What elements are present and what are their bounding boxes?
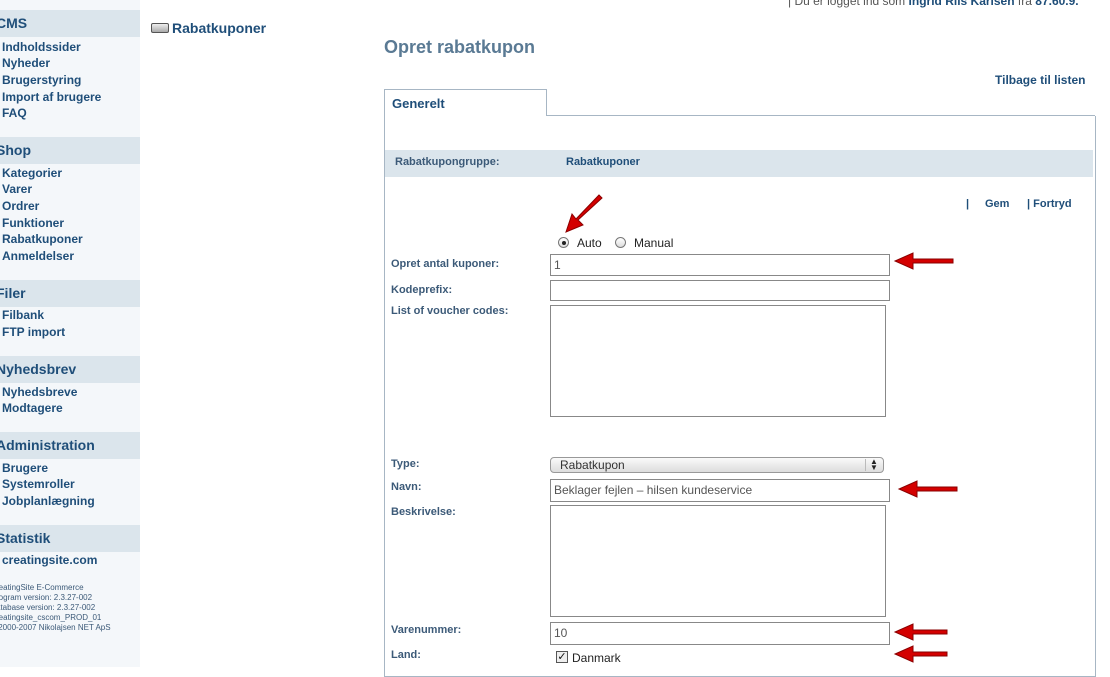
sidebar-item-faq[interactable]: FAQ	[2, 105, 27, 121]
login-prefix: | Du er logget ind som	[788, 0, 906, 8]
name-label: Navn:	[391, 481, 422, 493]
sidebar-section-title: Filer	[0, 285, 26, 301]
tab-generelt[interactable]: Generelt	[384, 89, 547, 116]
sidebar-item-nyheder[interactable]: Nyheder	[2, 55, 50, 71]
sidebar-section-title: CMS	[0, 15, 28, 31]
name-input[interactable]: Beklager fejlen – hilsen kundeservice	[550, 479, 890, 502]
itemno-label: Varenummer:	[391, 624, 462, 636]
annotation-arrow-icon	[893, 645, 948, 663]
type-label: Type:	[391, 458, 420, 470]
sidebar-section-cms[interactable]: CMS	[0, 10, 140, 37]
sidebar-item-brugere[interactable]: Brugere	[2, 460, 48, 476]
country-checkbox-label: Danmark	[572, 651, 621, 665]
sidebar-item-nyhedsbreve[interactable]: Nyhedsbreve	[2, 384, 77, 400]
sidebar-item-import-brugere[interactable]: Import af brugere	[2, 89, 101, 105]
mode-manual-label: Manual	[634, 236, 674, 250]
voucher-codes-textarea[interactable]	[550, 305, 886, 417]
breadcrumb-label: Rabatkuponer	[172, 20, 267, 36]
sidebar-item-kategorier[interactable]: Kategorier	[2, 165, 62, 181]
sidebar-item-ordrer[interactable]: Ordrer	[2, 198, 39, 214]
page-title: Opret rabatkupon	[384, 37, 536, 57]
prefix-label: Kodeprefix:	[391, 284, 453, 296]
sidebar-section-title: Statistik	[0, 530, 51, 546]
module-icon	[151, 23, 169, 34]
sidebar-item-jobplanlaegning[interactable]: Jobplanlægning	[2, 493, 95, 509]
annotation-arrow-icon	[897, 480, 958, 498]
login-ip: 87.60.9.	[1035, 0, 1079, 8]
sidebar-section-administration[interactable]: Administration	[0, 432, 140, 459]
count-input[interactable]: 1	[550, 254, 890, 276]
annotation-arrow-icon	[565, 194, 603, 233]
login-status: | Du er logget ind som Ingrid Riis Karls…	[788, 0, 1079, 8]
sidebar-item-brugerstyring[interactable]: Brugerstyring	[2, 72, 81, 88]
sidebar-item-systemroller[interactable]: Systemroller	[2, 476, 75, 492]
group-value: Rabatkuponer	[566, 156, 640, 168]
sidebar-item-indholdssider[interactable]: Indholdssider	[2, 39, 81, 55]
sidebar-item-modtagere[interactable]: Modtagere	[2, 400, 63, 416]
sidebar-item-anmeldelser[interactable]: Anmeldelser	[2, 248, 74, 264]
cancel-button[interactable]: | Fortryd	[1027, 198, 1072, 210]
country-checkbox[interactable]: ✓	[556, 651, 568, 663]
prefix-input[interactable]	[550, 280, 890, 301]
save-button[interactable]: Gem	[985, 198, 1009, 210]
sidebar-item-funktioner[interactable]: Funktioner	[2, 215, 64, 231]
mode-manual-radio[interactable]	[615, 237, 626, 248]
sidebar-item-filbank[interactable]: Filbank	[2, 307, 44, 323]
count-label: Opret antal kuponer:	[391, 258, 500, 270]
country-label: Land:	[391, 649, 421, 661]
sidebar-section-title: Nyhedsbrev	[0, 361, 77, 377]
back-to-list-link[interactable]: Tilbage til listen	[995, 73, 1085, 87]
sidebar: CMS Indholdssider Nyheder Brugerstyring …	[0, 0, 140, 667]
sidebar-section-nyhedsbrev[interactable]: Nyhedsbrev	[0, 356, 140, 383]
group-label: Rabatkupongruppe:	[395, 156, 500, 168]
description-textarea[interactable]	[550, 505, 886, 617]
sidebar-section-shop[interactable]: Shop	[0, 137, 140, 164]
annotation-arrow-icon	[893, 623, 948, 641]
sidebar-item-varer[interactable]: Varer	[2, 181, 32, 197]
type-select[interactable]: Rabatkupon ▲ ▼	[550, 457, 884, 473]
login-user: Ingrid Riis Karlsen	[908, 0, 1015, 8]
codes-label: List of voucher codes:	[391, 305, 509, 317]
annotation-arrow-icon	[893, 252, 954, 270]
sidebar-item-rabatkuponer[interactable]: Rabatkuponer	[2, 231, 83, 247]
type-select-value: Rabatkupon	[560, 458, 625, 472]
sidebar-section-filer[interactable]: Filer	[0, 280, 140, 307]
mode-auto-label: Auto	[577, 236, 602, 250]
sidebar-item-ftp-import[interactable]: FTP import	[2, 324, 65, 340]
description-label: Beskrivelse:	[391, 506, 456, 518]
sidebar-item-creatingsite[interactable]: creatingsite.com	[2, 552, 97, 568]
version-info: reatingSite E-Commerce rogram version: 2…	[0, 583, 111, 632]
sidebar-section-statistik[interactable]: Statistik	[0, 525, 140, 552]
sidebar-section-title: Shop	[0, 142, 31, 158]
itemno-input[interactable]: 10	[550, 622, 890, 645]
select-arrows-icon: ▲ ▼	[865, 458, 882, 472]
actions-separator: |	[966, 198, 970, 210]
breadcrumb: Rabatkuponer	[151, 20, 266, 36]
mode-auto-radio[interactable]	[558, 237, 569, 248]
login-from: fra	[1017, 0, 1032, 8]
sidebar-section-title: Administration	[0, 437, 95, 453]
